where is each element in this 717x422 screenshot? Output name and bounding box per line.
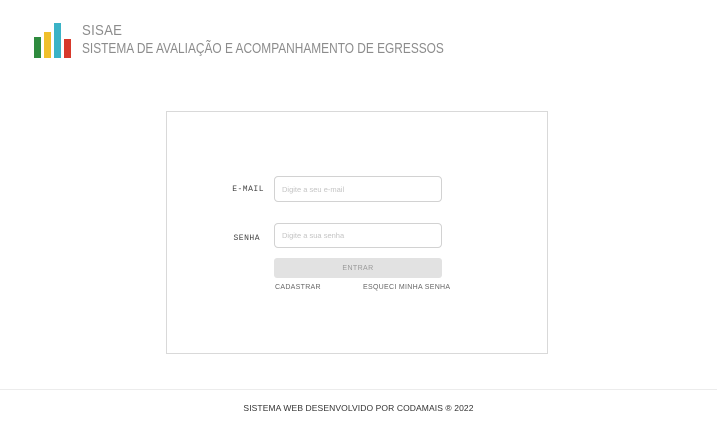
email-label: E-MAIL <box>232 185 264 194</box>
password-field[interactable] <box>274 223 442 248</box>
app-title: SISAE <box>82 22 123 39</box>
logo-bar-teal <box>54 23 61 58</box>
login-card: E-MAIL SENHA ENTRAR CADASTRAR ESQUECI MI… <box>166 111 548 354</box>
brand-text: SISAE SISTEMA DE AVALIAÇÃO E ACOMPANHAME… <box>82 22 523 58</box>
brand-header: SISAE SISTEMA DE AVALIAÇÃO E ACOMPANHAME… <box>34 20 523 58</box>
email-field[interactable] <box>274 176 442 202</box>
app-subtitle: SISTEMA DE AVALIAÇÃO E ACOMPANHAMENTO DE… <box>82 41 444 57</box>
logo-bar-yellow <box>44 32 51 58</box>
footer-divider <box>0 389 717 390</box>
logo-bar-red <box>64 39 71 58</box>
enter-button[interactable]: ENTRAR <box>274 258 442 278</box>
logo-bar-green <box>34 37 41 58</box>
footer-text: SISTEMA WEB DESENVOLVIDO POR CODAMAIS ® … <box>243 403 474 413</box>
password-label: SENHA <box>233 234 260 243</box>
forgot-password-link[interactable]: ESQUECI MINHA SENHA <box>363 284 450 291</box>
bar-chart-logo-icon <box>34 20 72 58</box>
register-link[interactable]: CADASTRAR <box>275 284 321 291</box>
